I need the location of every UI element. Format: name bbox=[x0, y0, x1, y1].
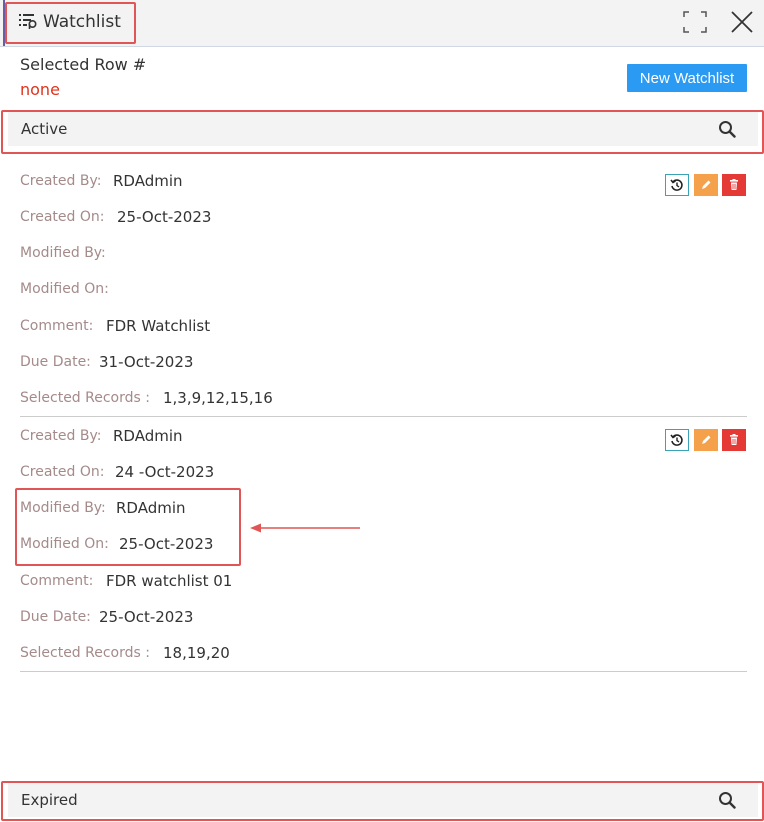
modified-on-label: Modified On: bbox=[20, 281, 109, 297]
selected-row-label: Selected Row # bbox=[20, 55, 147, 74]
pencil-icon bbox=[702, 180, 711, 189]
close-icon[interactable] bbox=[729, 9, 755, 35]
history-icon bbox=[670, 434, 683, 446]
created-on-value: 24 -Oct-2023 bbox=[115, 463, 215, 481]
pencil-icon bbox=[702, 435, 711, 444]
selected-records-label: Selected Records : bbox=[20, 390, 150, 406]
selected-records-value: 1,3,9,12,15,16 bbox=[163, 389, 273, 407]
created-by-value: RDAdmin bbox=[113, 172, 183, 190]
edit-button[interactable] bbox=[694, 429, 718, 451]
created-by-label: Created By: bbox=[20, 173, 102, 189]
created-by-value: RDAdmin bbox=[113, 427, 183, 445]
new-watchlist-button[interactable]: New Watchlist bbox=[627, 64, 747, 92]
created-by-label: Created By: bbox=[20, 428, 102, 444]
created-on-value: 25-Oct-2023 bbox=[117, 208, 212, 226]
panel-header: Watchlist bbox=[0, 0, 764, 47]
modified-by-label: Modified By: bbox=[20, 245, 106, 261]
delete-button[interactable] bbox=[722, 429, 746, 451]
created-on-label: Created On: bbox=[20, 464, 105, 480]
selected-records-value: 18,19,20 bbox=[163, 644, 230, 662]
trash-icon bbox=[730, 434, 738, 445]
annotation-highlight-title bbox=[5, 2, 136, 44]
history-icon bbox=[670, 179, 683, 191]
comment-value: FDR watchlist 01 bbox=[106, 572, 233, 590]
annotation-arrow-icon bbox=[250, 523, 360, 533]
expand-icon[interactable] bbox=[683, 11, 707, 33]
created-on-label: Created On: bbox=[20, 209, 105, 225]
trash-icon bbox=[730, 179, 738, 190]
annotation-highlight-expired bbox=[1, 781, 764, 821]
comment-value: FDR Watchlist bbox=[106, 317, 211, 335]
due-date-label: Due Date: bbox=[20, 354, 91, 370]
selected-records-label: Selected Records : bbox=[20, 645, 150, 661]
annotation-highlight-modified bbox=[15, 488, 241, 566]
history-button[interactable] bbox=[665, 429, 689, 451]
due-date-label: Due Date: bbox=[20, 609, 91, 625]
due-date-value: 31-Oct-2023 bbox=[99, 353, 194, 371]
comment-label: Comment: bbox=[20, 318, 94, 334]
comment-label: Comment: bbox=[20, 573, 94, 589]
edit-button[interactable] bbox=[694, 174, 718, 196]
due-date-value: 25-Oct-2023 bbox=[99, 608, 194, 626]
history-button[interactable] bbox=[665, 174, 689, 196]
selected-row-value: none bbox=[20, 80, 60, 99]
record-divider bbox=[20, 416, 747, 417]
delete-button[interactable] bbox=[722, 174, 746, 196]
annotation-highlight-active bbox=[1, 110, 764, 154]
record-divider bbox=[20, 671, 747, 672]
